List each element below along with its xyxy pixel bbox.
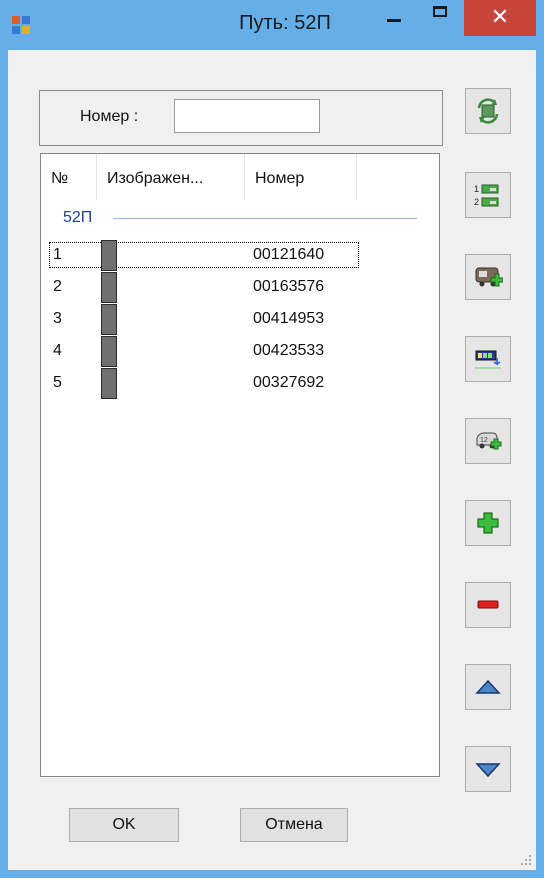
table-row[interactable]: 4 00423533: [41, 336, 439, 368]
group-divider: [113, 218, 417, 219]
wagon-number: 00121640: [253, 246, 325, 263]
renumber-icon: 1 2: [474, 184, 499, 207]
group-label: 52П: [63, 209, 93, 226]
list-group[interactable]: 52П: [41, 202, 439, 232]
minimize-button[interactable]: [378, 0, 412, 32]
cancel-button[interactable]: Отмена: [240, 808, 348, 842]
table-row[interactable]: 1 00121640: [41, 240, 439, 272]
number-search-input[interactable]: [174, 99, 320, 133]
wagon-image: [101, 304, 117, 335]
svg-text:12: 12: [480, 437, 488, 444]
row-number: 1: [53, 246, 62, 263]
wagon-number: 00163576: [253, 278, 325, 295]
plus-icon: [477, 512, 499, 534]
wagon-image: [101, 272, 117, 303]
maximize-button[interactable]: [425, 0, 459, 32]
row-number: 4: [53, 342, 62, 359]
table-row[interactable]: 3 00414953: [41, 304, 439, 336]
down-arrow-icon: [475, 763, 501, 778]
row-number: 3: [53, 310, 62, 327]
maximize-icon: [433, 6, 447, 17]
renumber-button[interactable]: 1 2: [465, 172, 511, 218]
svg-text:2: 2: [474, 197, 479, 207]
dialog-client: Номер : № Изображен... Номер 52П 1 00121…: [8, 50, 536, 870]
svg-text:1: 1: [474, 184, 479, 194]
add-button[interactable]: [465, 500, 511, 546]
move-up-button[interactable]: [465, 664, 511, 710]
wagon-move-button[interactable]: [465, 336, 511, 382]
add-car-button[interactable]: 12: [465, 418, 511, 464]
window-title: Путь: 52П: [239, 12, 331, 34]
table-row[interactable]: 2 00163576: [41, 272, 439, 304]
dialog-window: Путь: 52П ✕ Номер : № Изображен... Номер…: [0, 0, 544, 878]
resize-grip[interactable]: [520, 854, 532, 866]
minus-icon: [477, 600, 499, 609]
add-wagon-icon: [475, 267, 503, 287]
wagon-move-icon: [475, 350, 501, 369]
up-arrow-icon: [475, 679, 501, 694]
refresh-icon: [477, 98, 499, 124]
wagon-number: 00327692: [253, 374, 325, 391]
wagon-number: 00423533: [253, 342, 325, 359]
wagon-image: [101, 240, 117, 271]
column-header-image[interactable]: Изображен...: [97, 154, 245, 200]
search-group: Номер :: [39, 90, 443, 146]
wagon-image: [101, 368, 117, 399]
remove-button[interactable]: [465, 582, 511, 628]
search-label: Номер :: [80, 108, 139, 125]
title-bar[interactable]: Путь: 52П ✕: [0, 0, 544, 50]
wagon-list[interactable]: № Изображен... Номер 52П 1 00121640 2 00…: [40, 153, 440, 777]
row-number: 2: [53, 278, 62, 295]
wagon-number: 00414953: [253, 310, 325, 327]
list-header: № Изображен... Номер: [41, 154, 439, 200]
column-header-number[interactable]: Номер: [245, 154, 357, 200]
add-car-icon: 12: [476, 432, 502, 450]
close-button[interactable]: ✕: [464, 0, 536, 36]
minimize-icon: [387, 19, 401, 22]
add-wagon-button[interactable]: [465, 254, 511, 300]
refresh-button[interactable]: [465, 88, 511, 134]
move-down-button[interactable]: [465, 746, 511, 792]
wagon-image: [101, 336, 117, 367]
column-header-num[interactable]: №: [41, 154, 97, 200]
ok-button[interactable]: OK: [69, 808, 179, 842]
row-number: 5: [53, 374, 62, 391]
app-icon: [12, 16, 30, 34]
table-row[interactable]: 5 00327692: [41, 368, 439, 400]
